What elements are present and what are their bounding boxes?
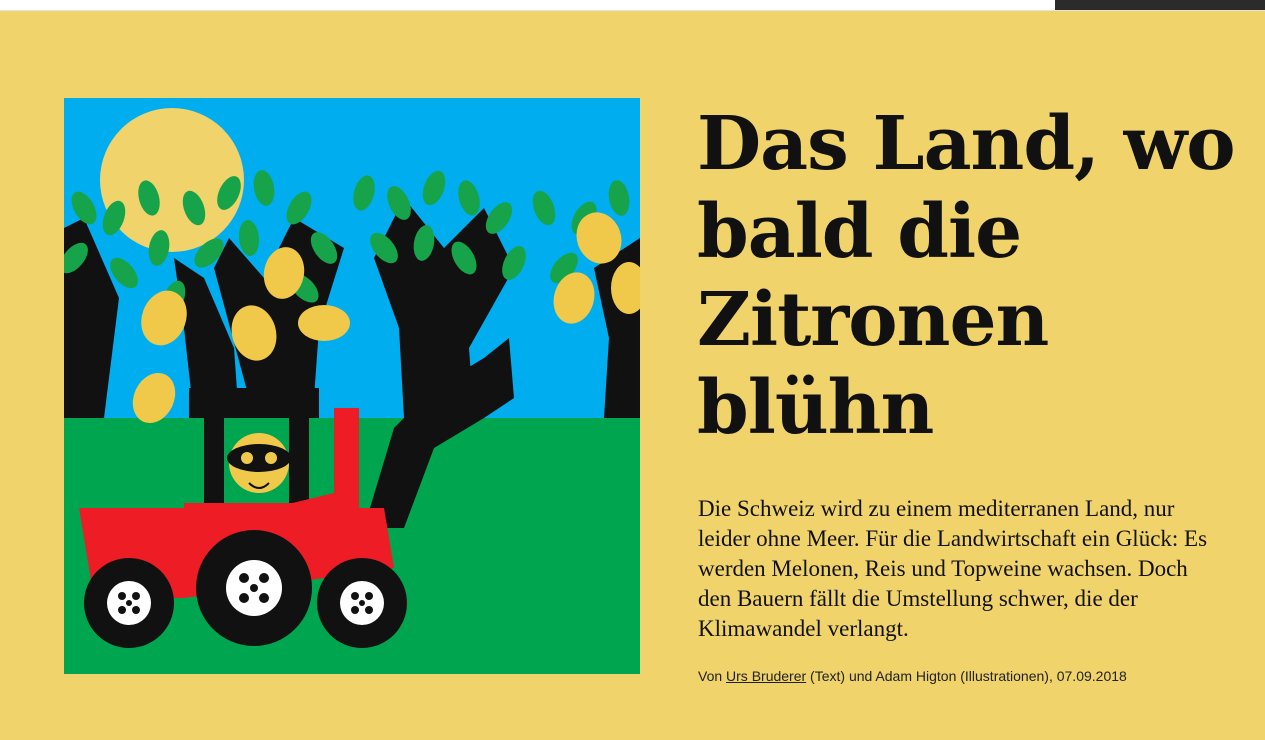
- top-navigation-bar: [0, 0, 1265, 11]
- top-menu-button[interactable]: [1055, 0, 1265, 10]
- byline-middle: (Text) und Adam Higton (Illustrationen),: [806, 668, 1057, 684]
- publish-date: 07.09.2018: [1056, 668, 1127, 684]
- article-lead: Die Schweiz wird zu einem mediterranen L…: [698, 496, 1208, 641]
- byline-prefix: Von: [698, 668, 727, 684]
- author-link[interactable]: Urs Bruderer: [726, 668, 806, 684]
- article-byline: Von Urs Bruderer (Text) und Adam Higton …: [698, 667, 1238, 685]
- article-illustration: [64, 98, 640, 674]
- article-title: Das Land, wo bald die Zitronen blühn: [697, 101, 1236, 451]
